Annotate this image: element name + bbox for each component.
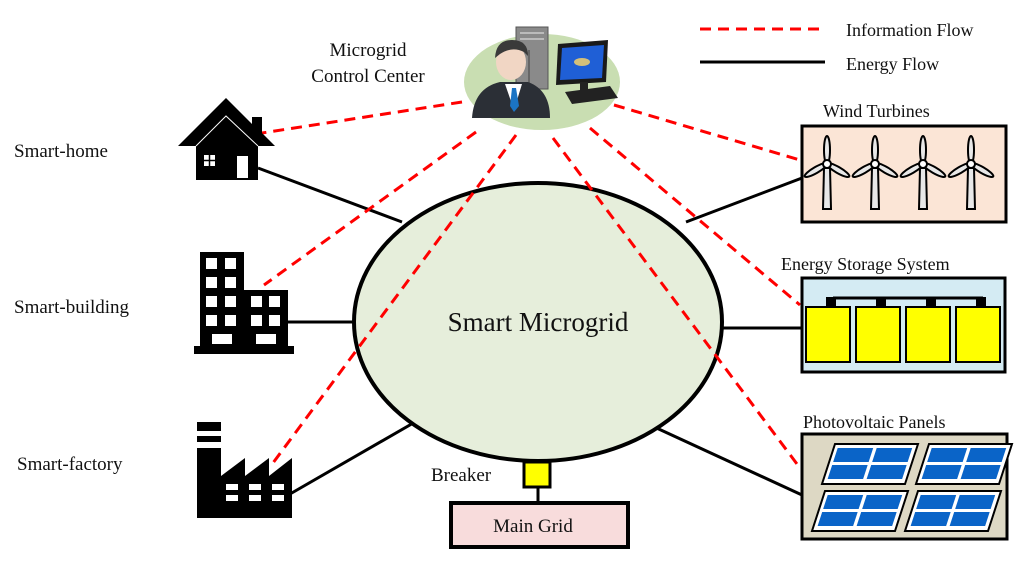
solar-panel-icon: [810, 490, 910, 532]
info-line-wind: [613, 103, 801, 162]
smart-home-label: Smart-home: [14, 141, 108, 162]
wind-turbines-label: Wind Turbines: [823, 101, 930, 121]
energy-storage-label: Energy Storage System: [781, 254, 950, 274]
control-center[interactable]: Microgrid Control Center: [311, 26, 620, 130]
control-center-label-line1: Microgrid: [329, 40, 407, 61]
energy-line-wind: [685, 176, 803, 224]
info-line-home: [261, 100, 463, 135]
microgrid-diagram: Information Flow Energy Flow Smart Micro…: [14, 20, 1014, 549]
energy-line-home: [257, 166, 403, 224]
breaker-label: Breaker: [431, 465, 492, 486]
photovoltaic-panels[interactable]: Photovoltaic Panels: [800, 412, 1014, 541]
control-center-label-line2: Control Center: [311, 66, 425, 87]
legend-energy-flow-label: Energy Flow: [846, 54, 939, 74]
smart-home[interactable]: Smart-home: [14, 98, 275, 180]
photovoltaic-label: Photovoltaic Panels: [803, 412, 946, 432]
building-icon: [194, 252, 294, 354]
solar-panel-icon: [903, 490, 1003, 532]
battery-icon: [855, 297, 901, 363]
main-grid-label: Main Grid: [493, 516, 573, 537]
factory-icon: [197, 422, 292, 518]
breaker-icon[interactable]: [522, 460, 552, 489]
solar-panel-icon: [820, 443, 920, 485]
battery-icon: [955, 297, 1001, 363]
smart-building-label: Smart-building: [14, 297, 130, 318]
smart-building[interactable]: Smart-building: [14, 252, 294, 354]
battery-icon: [805, 297, 851, 363]
solar-panel-icon: [914, 443, 1014, 485]
legend-information-flow-label: Information Flow: [846, 20, 974, 40]
smart-factory[interactable]: Smart-factory: [17, 422, 292, 518]
smart-factory-label: Smart-factory: [17, 454, 123, 475]
smart-microgrid-label: Smart Microgrid: [448, 307, 629, 337]
breaker[interactable]: Breaker: [431, 460, 552, 489]
energy-line-pv: [649, 423, 803, 497]
energy-line-factory: [289, 416, 423, 496]
wind-turbines[interactable]: Wind Turbines: [800, 101, 1008, 224]
legend: Information Flow Energy Flow: [700, 20, 974, 74]
energy-storage-system[interactable]: Energy Storage System: [781, 254, 1007, 374]
battery-icon: [905, 297, 951, 363]
main-grid[interactable]: Main Grid: [449, 501, 630, 549]
